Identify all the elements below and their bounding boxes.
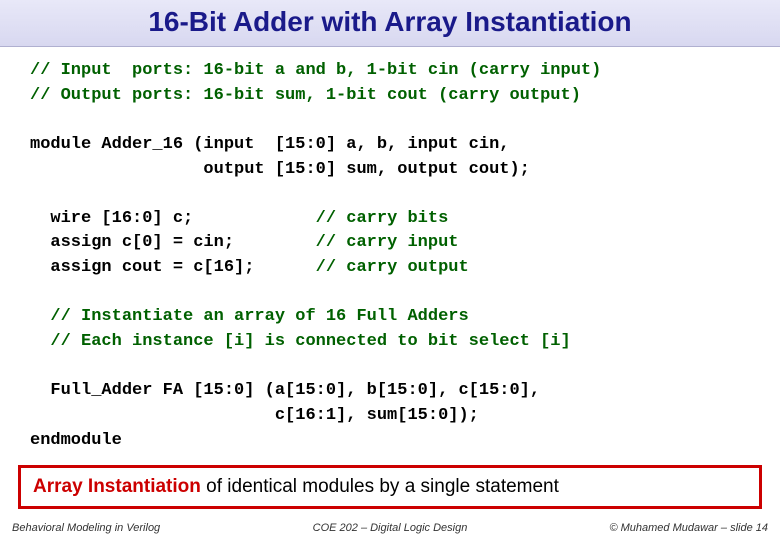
code-comment: // carry input xyxy=(316,233,459,252)
callout-box: Array Instantiation of identical modules… xyxy=(18,465,762,509)
slide-title: 16-Bit Adder with Array Instantiation xyxy=(0,6,780,38)
code-line: wire [16:0] c; xyxy=(30,209,316,228)
footer-center: COE 202 – Digital Logic Design xyxy=(264,522,516,534)
code-block: // Input ports: 16-bit a and b, 1-bit ci… xyxy=(0,47,780,457)
code-comment: // Output ports: 16-bit sum, 1-bit cout … xyxy=(30,86,581,105)
code-line: c[16:1], sum[15:0]); xyxy=(30,406,479,425)
code-line: Full_Adder FA [15:0] (a[15:0], b[15:0], … xyxy=(30,381,540,400)
code-line: output [15:0] sum, output cout); xyxy=(30,160,530,179)
footer-right: © Muhamed Mudawar – slide 14 xyxy=(516,522,768,534)
footer: Behavioral Modeling in Verilog COE 202 –… xyxy=(0,516,780,540)
code-comment: // carry bits xyxy=(316,209,449,228)
code-comment: // Input ports: 16-bit a and b, 1-bit ci… xyxy=(30,61,601,80)
title-bar: 16-Bit Adder with Array Instantiation xyxy=(0,0,780,47)
code-line: endmodule xyxy=(30,431,122,450)
code-line: assign cout = c[16]; xyxy=(30,258,316,277)
code-comment: // carry output xyxy=(316,258,469,277)
code-comment: // Instantiate an array of 16 Full Adder… xyxy=(30,307,469,326)
footer-left: Behavioral Modeling in Verilog xyxy=(12,522,264,534)
code-line: assign c[0] = cin; xyxy=(30,233,316,252)
code-comment: // Each instance [i] is connected to bit… xyxy=(30,332,571,351)
callout-phrase: Array Instantiation xyxy=(33,476,201,497)
callout-text: of identical modules by a single stateme… xyxy=(201,476,559,497)
code-line: module Adder_16 (input [15:0] a, b, inpu… xyxy=(30,135,509,154)
